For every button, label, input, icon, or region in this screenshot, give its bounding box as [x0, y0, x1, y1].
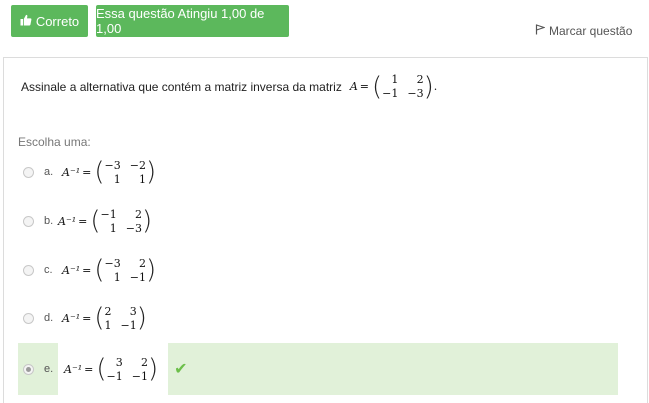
radio-button[interactable] [23, 312, 34, 324]
matrix-cell: −1 [131, 369, 148, 383]
matrix-cell: 1 [113, 270, 121, 284]
matrix-cell: −1 [382, 87, 399, 100]
option-letter: d. [44, 312, 54, 324]
option-lhs: A⁻¹ [62, 165, 81, 179]
option-e[interactable]: e. A⁻¹ = ( 3 2 −1 −1 ) ✔ [18, 343, 618, 395]
flag-icon [535, 24, 546, 38]
matrix-label: A [349, 80, 358, 93]
option-lhs: A⁻¹ [58, 214, 77, 228]
matrix-cell: −3 [104, 256, 121, 270]
option-letter: b. [44, 215, 54, 227]
thumbs-up-icon [20, 14, 32, 29]
grade-badge: Essa questão Atingiu 1,00 de 1,00 [96, 5, 289, 37]
matrix-cell: 1 [109, 221, 117, 235]
question-matrix: A = ( 1 2 −1 −3 ) . [349, 71, 438, 102]
matrix-cell: 3 [115, 355, 123, 369]
option-letter: e. [44, 363, 54, 375]
matrix-cell: 1 [391, 73, 399, 86]
option-d[interactable]: d. A⁻¹ = ( 2 3 1 −1 ) [18, 296, 618, 340]
matrix-cell: 1 [113, 172, 121, 186]
option-matrix: A⁻¹ = ( −1 2 1 −3 ) [58, 206, 153, 236]
status-correct-badge: Correto [11, 5, 88, 37]
matrix-cell: 1 [138, 172, 146, 186]
radio-button[interactable] [23, 264, 34, 276]
option-a[interactable]: a. A⁻¹ = ( −3 −2 1 1 ) [18, 150, 618, 194]
matrix-cell: 2 [416, 73, 424, 86]
matrix-cell: 1 [104, 318, 112, 332]
flag-label: Marcar questão [549, 24, 633, 38]
matrix-cell: 2 [138, 256, 146, 270]
question-suffix: . [433, 80, 438, 93]
flag-question-link[interactable]: Marcar questão [535, 24, 632, 38]
option-matrix: A⁻¹ = ( 2 3 1 −1 ) [62, 303, 147, 333]
matrix-cell: −1 [100, 207, 117, 221]
question-header: Correto Essa questão Atingiu 1,00 de 1,0… [0, 0, 649, 58]
option-answer-highlight: A⁻¹ = ( 3 2 −1 −1 ) [58, 343, 169, 395]
matrix-cell: −3 [125, 221, 142, 235]
matrix-cell: 3 [129, 304, 137, 318]
option-b[interactable]: b. A⁻¹ = ( −1 2 1 −3 ) [18, 199, 618, 243]
matrix-cell: −1 [120, 318, 137, 332]
option-lhs: A⁻¹ [62, 311, 81, 325]
radio-button-selected[interactable] [23, 363, 34, 375]
option-matrix: A⁻¹ = ( 3 2 −1 −1 ) [64, 354, 159, 384]
grade-label: Essa questão Atingiu 1,00 de 1,00 [96, 6, 265, 36]
matrix-cell: −2 [129, 158, 146, 172]
matrix-cell: −3 [104, 158, 121, 172]
option-matrix: A⁻¹ = ( −3 −2 1 1 ) [62, 157, 157, 187]
option-letter: c. [44, 264, 53, 276]
option-matrix: A⁻¹ = ( −3 2 1 −1 ) [62, 255, 157, 285]
matrix-cell: 2 [134, 207, 142, 221]
matrix-cell: −3 [407, 87, 424, 100]
radio-button[interactable] [23, 166, 34, 178]
option-lhs: A⁻¹ [62, 263, 81, 277]
question-prompt: Assinale a alternativa que contém a matr… [21, 73, 437, 100]
checkmark-icon: ✔ [174, 361, 188, 378]
matrix-cell: −1 [106, 369, 123, 383]
matrix-cell: −1 [129, 270, 146, 284]
option-c[interactable]: c. A⁻¹ = ( −3 2 1 −1 ) [18, 248, 618, 292]
matrix-cell: 2 [140, 355, 148, 369]
option-letter: a. [44, 166, 54, 178]
question-text: Assinale a alternativa que contém a matr… [21, 79, 342, 94]
matrix-cell: 2 [104, 304, 112, 318]
choose-label: Escolha uma: [18, 135, 91, 149]
status-label: Correto [35, 13, 80, 29]
radio-button[interactable] [23, 215, 34, 227]
option-lhs: A⁻¹ [64, 362, 83, 376]
question-content: Assinale a alternativa que contém a matr… [3, 57, 648, 403]
